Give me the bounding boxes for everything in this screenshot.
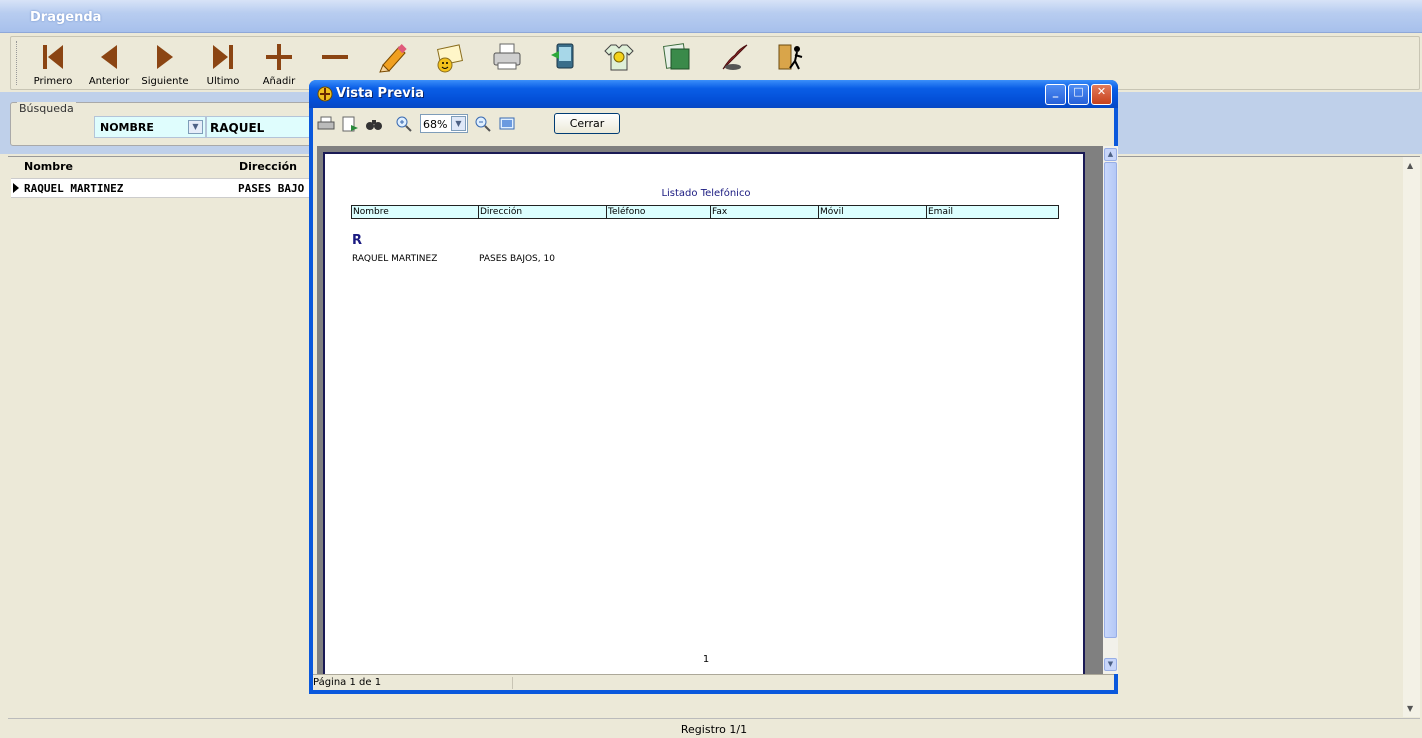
table-row[interactable]: RAQUEL MARTINEZ PASES BAJO (11, 178, 321, 198)
next-record-icon (157, 45, 173, 69)
column-header-nombre[interactable]: Nombre (24, 160, 73, 173)
preview-body: 68% ▼ Cerrar Listado Telefónico Nombre D… (313, 108, 1118, 690)
status-bar: Registro 1/1 (8, 718, 1420, 738)
preview-window: Vista Previa _ □ ✕ 68% ▼ Cerrar Listado … (309, 80, 1118, 694)
search-field-value: NOMBRE (100, 121, 154, 134)
preview-title: Vista Previa (336, 86, 424, 101)
first-record-icon (43, 45, 63, 69)
report-page-number: 1 (702, 654, 710, 665)
app-icon (317, 86, 333, 102)
page-view-icon[interactable] (498, 115, 516, 133)
maximize-button[interactable]: □ (1068, 84, 1089, 105)
zoom-in-icon[interactable] (395, 115, 413, 133)
scroll-up-icon[interactable]: ▲ (1407, 161, 1413, 170)
row-indicator-icon (13, 183, 19, 193)
last-record-icon (213, 45, 233, 69)
scroll-down-icon[interactable]: ▼ (1407, 704, 1413, 713)
preview-vertical-scrollbar[interactable]: ▲ ▼ (1103, 146, 1118, 674)
find-icon[interactable] (365, 115, 383, 133)
next-button[interactable]: Siguiente (137, 37, 193, 89)
scroll-thumb[interactable] (1104, 162, 1117, 638)
report-cell-direccion: PASES BAJOS, 10 (479, 254, 555, 264)
search-input[interactable]: RAQUEL (206, 116, 316, 138)
edit-pencil-icon (379, 44, 407, 73)
export-icon[interactable] (341, 115, 359, 133)
zoom-value: 68% (423, 118, 448, 131)
status-divider (512, 677, 513, 689)
page-status: Página 1 de 1 (313, 677, 382, 688)
close-button[interactable]: ✕ (1091, 84, 1112, 105)
report-page: Listado Telefónico Nombre Dirección Telé… (323, 152, 1085, 674)
search-field-select[interactable]: NOMBRE ▼ (94, 116, 206, 138)
app-titlebar: Dragenda (0, 0, 1422, 33)
close-icon: ✕ (1096, 85, 1107, 98)
report-group-letter: R (352, 233, 363, 248)
report-cell-nombre: RAQUEL MARTINEZ (352, 254, 438, 264)
last-button-label: Ultimo (206, 76, 240, 87)
report-col-telefono: Teléfono (607, 206, 711, 218)
cerrar-button[interactable]: Cerrar (554, 113, 620, 134)
preview-status-bar: Página 1 de 1 (313, 674, 1114, 690)
zoom-select[interactable]: 68% ▼ (420, 114, 468, 133)
tshirt-icon (604, 44, 634, 71)
preview-canvas: Listado Telefónico Nombre Dirección Telé… (317, 146, 1103, 674)
scroll-down-icon[interactable]: ▼ (1104, 658, 1117, 671)
first-button-label: Primero (33, 76, 73, 87)
previous-record-icon (101, 45, 117, 69)
report-col-nombre: Nombre (352, 206, 479, 218)
report-col-movil: Móvil (819, 206, 927, 218)
maximize-icon: □ (1073, 85, 1084, 98)
preview-titlebar[interactable]: Vista Previa _ □ ✕ (309, 80, 1118, 108)
previous-button[interactable]: Anterior (81, 37, 137, 89)
next-button-label: Siguiente (141, 76, 189, 87)
cell-direccion[interactable]: PASES BAJO (238, 182, 304, 195)
pda-sync-icon (551, 43, 574, 69)
quill-icon (722, 44, 748, 70)
add-button[interactable]: Añadir (251, 37, 307, 89)
search-legend: Búsqueda (17, 102, 76, 115)
chevron-down-icon[interactable]: ▼ (188, 120, 203, 134)
first-button[interactable]: Primero (25, 37, 81, 89)
minimize-button[interactable]: _ (1045, 84, 1066, 105)
app-title: Dragenda (30, 10, 102, 25)
last-button[interactable]: Ultimo (195, 37, 251, 89)
delete-icon (322, 55, 348, 59)
scroll-up-icon[interactable]: ▲ (1104, 148, 1117, 161)
printer-icon (493, 43, 521, 70)
report-icon (663, 43, 690, 70)
previous-button-label: Anterior (88, 76, 130, 87)
report-col-email: Email (928, 207, 953, 217)
add-icon (266, 44, 292, 70)
grid-vertical-scrollbar[interactable]: ▲ ▼ (1403, 157, 1420, 717)
grid-header: Nombre Dirección (20, 157, 340, 177)
cell-nombre[interactable]: RAQUEL MARTINEZ (24, 182, 123, 195)
email-icon (436, 44, 464, 73)
toolbar-grip[interactable] (16, 41, 19, 85)
column-header-direccion[interactable]: Dirección (239, 160, 297, 173)
report-col-direccion: Dirección (479, 206, 607, 218)
report-col-fax: Fax (711, 206, 819, 218)
record-counter: Registro 1/1 (680, 723, 748, 736)
exit-door-icon (778, 44, 803, 70)
report-column-header: Nombre Dirección Teléfono Fax Móvil Emai… (351, 205, 1059, 219)
report-title: Listado Telefónico (661, 188, 751, 199)
add-button-label: Añadir (262, 76, 296, 87)
minimize-icon: _ (1052, 85, 1059, 98)
zoom-out-icon[interactable] (474, 115, 492, 133)
print-icon[interactable] (317, 115, 335, 133)
preview-toolbar: 68% ▼ Cerrar (313, 108, 1114, 138)
chevron-down-icon[interactable]: ▼ (451, 116, 466, 131)
